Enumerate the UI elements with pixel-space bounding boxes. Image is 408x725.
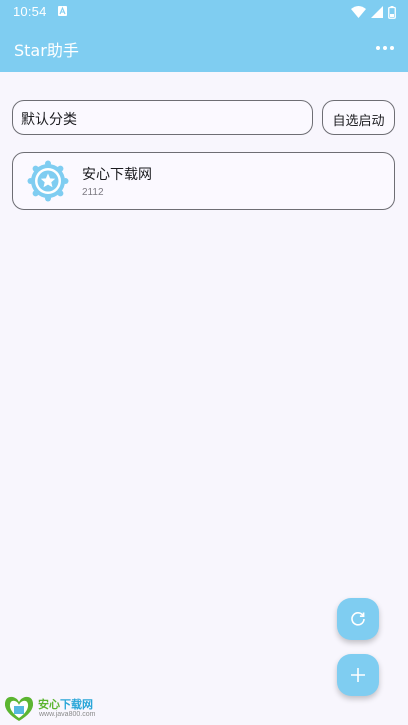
battery-icon [388, 5, 396, 19]
list-item-subtitle: 2112 [82, 187, 104, 198]
more-dots-icon [383, 46, 387, 50]
category-value: 默认分类 [21, 112, 77, 128]
more-dots-icon [390, 46, 394, 50]
category-dropdown[interactable]: 默认分类 [12, 100, 313, 135]
signal-icon [371, 6, 383, 18]
custom-launch-label: 自选启动 [332, 114, 385, 129]
add-button[interactable] [337, 654, 379, 696]
status-time: 10:54 [13, 4, 47, 19]
more-options-button[interactable] [372, 36, 398, 60]
status-icons [351, 5, 396, 19]
refresh-button[interactable] [337, 598, 379, 640]
custom-launch-button[interactable]: 自选启动 [322, 100, 395, 135]
watermark: 安心下载网 www.java800.com [2, 694, 112, 722]
wifi-icon [351, 6, 366, 18]
list-item[interactable]: 安心下载网 2112 [12, 152, 395, 210]
star-badge-icon [27, 160, 69, 202]
status-bar: 10:54 [0, 0, 408, 24]
list-item-title: 安心下载网 [82, 167, 152, 183]
watermark-url: www.java800.com [39, 711, 96, 718]
app-title: Star助手 [14, 41, 79, 60]
refresh-icon [351, 612, 365, 626]
watermark-logo-icon [4, 696, 34, 721]
a-letter-icon [58, 6, 67, 16]
more-dots-icon [376, 46, 380, 50]
plus-icon [351, 668, 365, 682]
watermark-name: 安心下载网 [38, 698, 93, 711]
app-bar: Star助手 [0, 24, 408, 72]
